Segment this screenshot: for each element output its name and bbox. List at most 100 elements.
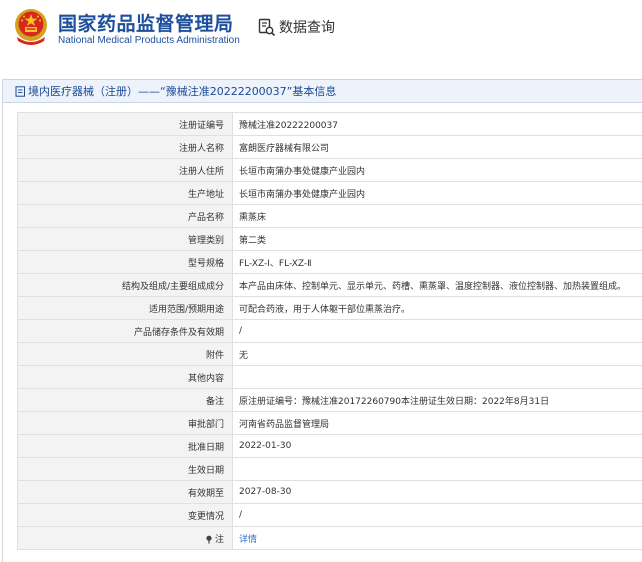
field-label-text: 审批部门 [187, 419, 224, 430]
table-row: 审批部门 河南省药品监督管理局 [17, 411, 642, 435]
field-value: 无 [232, 342, 642, 366]
record-title-bar: 境内医疗器械（注册）——“豫械注准20222200037”基本信息 [2, 79, 642, 103]
field-label: 适用范围/预期用途 [17, 296, 233, 320]
field-label: 产品名称 [17, 204, 233, 228]
field-label: 注册人住所 [17, 158, 233, 182]
field-label-text: 备注 [205, 396, 224, 407]
field-label: 注 [17, 526, 233, 550]
field-value-text: 本产品由床体、控制单元、显示单元、药槽、熏蒸罩、温度控制器、液位控制器、加热装置… [239, 281, 627, 292]
site-header: 国家药品监督管理局 National Medical Products Admi… [0, 0, 642, 60]
table-row: 注册人名称 富朗医疗器械有限公司 [17, 135, 642, 159]
field-label: 批准日期 [17, 434, 233, 458]
record-title: 境内医疗器械（注册）——“豫械注准20222200037”基本信息 [28, 85, 337, 98]
field-label-text: 附件 [205, 350, 224, 361]
table-row: 适用范围/预期用途 可配合药液，用于人体躯干部位熏蒸治疗。 [17, 296, 642, 320]
table-row: 有效期至 2027-08-30 [17, 480, 642, 504]
table-row: 其他内容 [17, 365, 642, 389]
field-value: / [232, 319, 642, 343]
field-label-text: 注 [214, 534, 224, 545]
field-value-text: / [239, 510, 243, 520]
field-value: 2027-08-30 [232, 480, 642, 504]
field-value-text: 豫械注准20222200037 [239, 120, 338, 131]
field-value-text: 长垣市南蒲办事处健康产业园内 [239, 166, 366, 177]
table-row: 批准日期 2022-01-30 [17, 434, 642, 458]
field-label-text: 管理类别 [187, 235, 224, 246]
field-value: 富朗医疗器械有限公司 [232, 135, 642, 159]
field-label-text: 有效期至 [187, 488, 224, 499]
data-query-section[interactable]: 数据查询 [258, 17, 335, 37]
field-label-text: 生产地址 [187, 189, 224, 200]
field-label: 生效日期 [17, 457, 233, 481]
field-value-text: 原注册证编号：豫械注准20172260790本注册证生效日期：2022年8月31… [239, 396, 550, 407]
field-label: 产品储存条件及有效期 [17, 319, 233, 343]
field-label-text: 型号规格 [187, 258, 224, 269]
site-name-cn: 国家药品监督管理局 [58, 13, 234, 35]
field-label: 变更情况 [17, 503, 233, 527]
field-label-text: 生效日期 [187, 465, 224, 476]
field-label-text: 变更情况 [187, 511, 224, 522]
field-label: 附件 [17, 342, 233, 366]
details-panel: 注册证编号 豫械注准20222200037 注册人名称 富朗医疗器械有限公司注册人住所… [2, 103, 642, 562]
field-value: 河南省药品监督管理局 [232, 411, 642, 435]
field-value-text: / [239, 326, 243, 336]
site-name-en: National Medical Products Administration [58, 35, 240, 46]
table-row: 产品名称 熏蒸床 [17, 204, 642, 228]
table-row: 注 详情 [17, 526, 642, 550]
field-value-text: 长垣市南蒲办事处健康产业园内 [239, 189, 366, 200]
field-value-text: 2027-08-30 [239, 487, 292, 497]
table-row: 备注 原注册证编号：豫械注准20172260790本注册证生效日期：2022年8月… [17, 388, 642, 412]
field-value-text: 熏蒸床 [239, 212, 267, 223]
field-value [232, 365, 642, 389]
field-label: 注册人名称 [17, 135, 233, 159]
field-label-text: 适用范围/预期用途 [148, 304, 224, 315]
details-link[interactable]: 详情 [239, 535, 257, 545]
table-row: 结构及组成/主要组成成分 本产品由床体、控制单元、显示单元、药槽、熏蒸罩、温度控制… [17, 273, 642, 297]
table-row: 型号规格 FL-XZ-Ⅰ、FL-XZ-Ⅱ [17, 250, 642, 274]
field-label: 有效期至 [17, 480, 233, 504]
table-row: 注册人住所 长垣市南蒲办事处健康产业园内 [17, 158, 642, 182]
field-value-text: 河南省药品监督管理局 [239, 419, 330, 430]
field-label-text: 注册证编号 [178, 120, 224, 131]
field-value[interactable]: 详情 [232, 526, 642, 550]
field-value-text: 可配合药液，用于人体躯干部位熏蒸治疗。 [239, 304, 411, 315]
table-row: 管理类别 第二类 [17, 227, 642, 251]
field-label-text: 结构及组成/主要组成成分 [121, 281, 224, 292]
field-value: 可配合药液，用于人体躯干部位熏蒸治疗。 [232, 296, 642, 320]
field-value: / [232, 503, 642, 527]
field-value: 原注册证编号：豫械注准20172260790本注册证生效日期：2022年8月31… [232, 388, 642, 412]
details-table: 注册证编号 豫械注准20222200037 注册人名称 富朗医疗器械有限公司注册人住所… [17, 112, 642, 550]
data-search-icon [258, 18, 276, 36]
field-value-text: 2022-01-30 [239, 441, 292, 451]
table-row: 附件 无 [17, 342, 642, 366]
field-value: 本产品由床体、控制单元、显示单元、药槽、熏蒸罩、温度控制器、液位控制器、加热装置… [232, 273, 642, 297]
field-value: 熏蒸床 [232, 204, 642, 228]
field-label: 其他内容 [17, 365, 233, 389]
table-row: 产品储存条件及有效期 / [17, 319, 642, 343]
field-value: 2022-01-30 [232, 434, 642, 458]
field-value: 长垣市南蒲办事处健康产业园内 [232, 158, 642, 182]
field-label: 注册证编号 [17, 112, 233, 136]
info-pin-icon [206, 535, 212, 544]
field-value: 长垣市南蒲办事处健康产业园内 [232, 181, 642, 205]
field-value-text: FL-XZ-Ⅰ、FL-XZ-Ⅱ [239, 258, 312, 269]
table-row: 生效日期 [17, 457, 642, 481]
field-label: 结构及组成/主要组成成分 [17, 273, 233, 297]
field-label-text: 注册人名称 [178, 143, 224, 154]
field-value-text: 第二类 [239, 235, 267, 246]
field-value: FL-XZ-Ⅰ、FL-XZ-Ⅱ [232, 250, 642, 274]
field-label: 管理类别 [17, 227, 233, 251]
field-value: 豫械注准20222200037 [232, 112, 642, 136]
field-label: 生产地址 [17, 181, 233, 205]
field-value [232, 457, 642, 481]
table-row: 生产地址 长垣市南蒲办事处健康产业园内 [17, 181, 642, 205]
table-row: 注册证编号 豫械注准20222200037 [17, 112, 642, 136]
field-label-text: 注册人住所 [178, 166, 224, 177]
field-label: 型号规格 [17, 250, 233, 274]
national-emblem-icon [15, 9, 47, 45]
field-label-text: 产品名称 [187, 212, 224, 223]
field-label: 备注 [17, 388, 233, 412]
field-value-text: 无 [239, 350, 249, 361]
data-query-label: 数据查询 [279, 20, 335, 36]
field-value-text: 富朗医疗器械有限公司 [239, 143, 330, 154]
field-label-text: 其他内容 [187, 373, 224, 384]
